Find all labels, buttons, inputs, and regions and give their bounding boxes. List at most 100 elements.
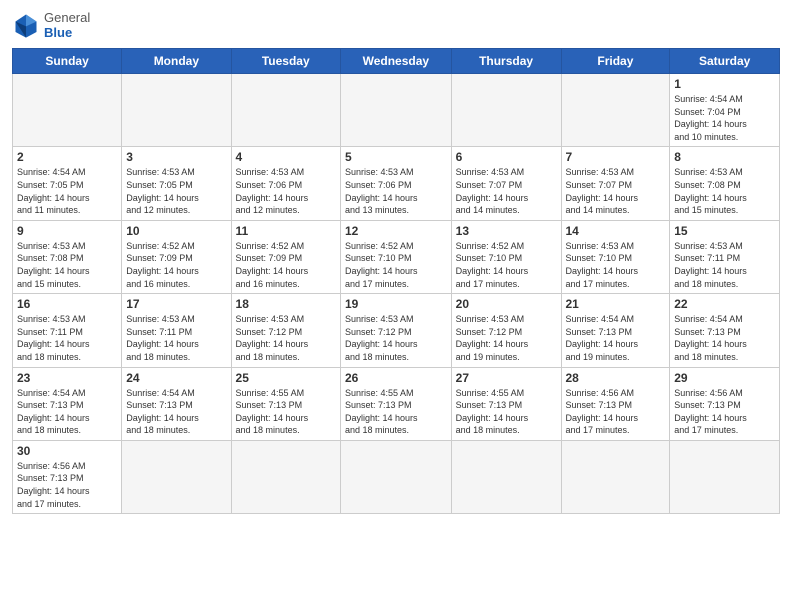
day-number: 10: [126, 224, 226, 238]
calendar-table: SundayMondayTuesdayWednesdayThursdayFrid…: [12, 48, 780, 514]
day-number: 27: [456, 371, 557, 385]
calendar-cell: 1 Sunrise: 4:54 AM Sunset: 7:04 PM Daylig…: [670, 74, 780, 147]
day-info: Sunrise: 4:56 AM Sunset: 7:13 PM Dayligh…: [17, 460, 117, 510]
weekday-header-row: SundayMondayTuesdayWednesdayThursdayFrid…: [13, 49, 780, 74]
weekday-header-wednesday: Wednesday: [341, 49, 452, 74]
day-info: Sunrise: 4:54 AM Sunset: 7:13 PM Dayligh…: [674, 313, 775, 363]
day-info: Sunrise: 4:52 AM Sunset: 7:10 PM Dayligh…: [345, 240, 447, 290]
day-info: Sunrise: 4:52 AM Sunset: 7:10 PM Dayligh…: [456, 240, 557, 290]
week-row-4: 16Sunrise: 4:53 AM Sunset: 7:11 PM Dayli…: [13, 294, 780, 367]
calendar-cell: 13 Sunrise: 4:52 AM Sunset: 7:10 PM Dayli…: [451, 220, 561, 293]
calendar-cell: 17 Sunrise: 4:53 AM Sunset: 7:11 PM Dayli…: [122, 294, 231, 367]
generalblue-icon: [12, 11, 40, 39]
day-info: Sunrise: 4:53 AM Sunset: 7:07 PM Dayligh…: [456, 166, 557, 216]
calendar-cell: [13, 74, 122, 147]
day-info: Sunrise: 4:53 AM Sunset: 7:08 PM Dayligh…: [17, 240, 117, 290]
day-info: Sunrise: 4:53 AM Sunset: 7:10 PM Dayligh…: [566, 240, 666, 290]
weekday-header-friday: Friday: [561, 49, 670, 74]
day-info: Sunrise: 4:53 AM Sunset: 7:12 PM Dayligh…: [456, 313, 557, 363]
calendar-cell: 23Sunrise: 4:54 AM Sunset: 7:13 PM Dayli…: [13, 367, 122, 440]
day-number: 23: [17, 371, 117, 385]
calendar-cell: 12 Sunrise: 4:52 AM Sunset: 7:10 PM Dayli…: [341, 220, 452, 293]
calendar-cell: 3 Sunrise: 4:53 AM Sunset: 7:05 PM Daylig…: [122, 147, 231, 220]
calendar-cell: 19Sunrise: 4:53 AM Sunset: 7:12 PM Dayli…: [341, 294, 452, 367]
day-info: Sunrise: 4:53 AM Sunset: 7:11 PM Dayligh…: [17, 313, 117, 363]
calendar-cell: 6 Sunrise: 4:53 AM Sunset: 7:07 PM Daylig…: [451, 147, 561, 220]
day-info: Sunrise: 4:53 AM Sunset: 7:12 PM Dayligh…: [345, 313, 447, 363]
day-info: Sunrise: 4:56 AM Sunset: 7:13 PM Dayligh…: [566, 387, 666, 437]
day-number: 2: [17, 150, 117, 164]
weekday-header-monday: Monday: [122, 49, 231, 74]
day-info: Sunrise: 4:53 AM Sunset: 7:06 PM Dayligh…: [236, 166, 336, 216]
week-row-3: 9 Sunrise: 4:53 AM Sunset: 7:08 PM Daylig…: [13, 220, 780, 293]
day-info: Sunrise: 4:54 AM Sunset: 7:13 PM Dayligh…: [126, 387, 226, 437]
day-number: 17: [126, 297, 226, 311]
calendar-cell: [341, 74, 452, 147]
day-number: 12: [345, 224, 447, 238]
calendar-cell: 2 Sunrise: 4:54 AM Sunset: 7:05 PM Daylig…: [13, 147, 122, 220]
day-number: 14: [566, 224, 666, 238]
header: General Blue: [12, 10, 780, 40]
calendar-cell: [670, 440, 780, 513]
calendar-cell: 27 Sunrise: 4:55 AM Sunset: 7:13 PM Dayli…: [451, 367, 561, 440]
day-number: 29: [674, 371, 775, 385]
weekday-header-tuesday: Tuesday: [231, 49, 340, 74]
calendar-cell: 24Sunrise: 4:54 AM Sunset: 7:13 PM Dayli…: [122, 367, 231, 440]
day-number: 13: [456, 224, 557, 238]
day-info: Sunrise: 4:54 AM Sunset: 7:04 PM Dayligh…: [674, 93, 775, 143]
calendar-cell: 29Sunrise: 4:56 AM Sunset: 7:13 PM Dayli…: [670, 367, 780, 440]
day-number: 6: [456, 150, 557, 164]
day-info: Sunrise: 4:53 AM Sunset: 7:05 PM Dayligh…: [126, 166, 226, 216]
calendar-cell: 16Sunrise: 4:53 AM Sunset: 7:11 PM Dayli…: [13, 294, 122, 367]
weekday-header-thursday: Thursday: [451, 49, 561, 74]
day-info: Sunrise: 4:53 AM Sunset: 7:06 PM Dayligh…: [345, 166, 447, 216]
day-info: Sunrise: 4:54 AM Sunset: 7:05 PM Dayligh…: [17, 166, 117, 216]
logo-text: General Blue: [44, 10, 90, 40]
day-number: 15: [674, 224, 775, 238]
day-number: 11: [236, 224, 336, 238]
day-number: 7: [566, 150, 666, 164]
calendar-cell: [231, 440, 340, 513]
day-info: Sunrise: 4:55 AM Sunset: 7:13 PM Dayligh…: [456, 387, 557, 437]
day-number: 4: [236, 150, 336, 164]
day-info: Sunrise: 4:53 AM Sunset: 7:12 PM Dayligh…: [236, 313, 336, 363]
day-number: 3: [126, 150, 226, 164]
day-info: Sunrise: 4:52 AM Sunset: 7:09 PM Dayligh…: [126, 240, 226, 290]
calendar-cell: [341, 440, 452, 513]
calendar-cell: 20 Sunrise: 4:53 AM Sunset: 7:12 PM Dayli…: [451, 294, 561, 367]
calendar-cell: 9 Sunrise: 4:53 AM Sunset: 7:08 PM Daylig…: [13, 220, 122, 293]
week-row-5: 23 Sunrise: 4:54 AM Sunset: 7:13 PM Dayli…: [13, 367, 780, 440]
day-number: 9: [17, 224, 117, 238]
day-number: 20: [456, 297, 557, 311]
calendar-cell: 30 Sunrise: 4:56 AM Sunset: 7:13 PM Dayli…: [13, 440, 122, 513]
calendar-cell: [122, 440, 231, 513]
calendar-cell: [231, 74, 340, 147]
day-number: 25: [236, 371, 336, 385]
day-info: Sunrise: 4:54 AM Sunset: 7:13 PM Dayligh…: [566, 313, 666, 363]
calendar-page: General Blue SundayMondayTuesdayWednesda…: [0, 0, 792, 612]
day-number: 1: [674, 77, 775, 91]
day-number: 26: [345, 371, 447, 385]
day-number: 30: [17, 444, 117, 458]
calendar-cell: 26 Sunrise: 4:55 AM Sunset: 7:13 PM Dayli…: [341, 367, 452, 440]
calendar-cell: 22Sunrise: 4:54 AM Sunset: 7:13 PM Dayli…: [670, 294, 780, 367]
day-number: 21: [566, 297, 666, 311]
calendar-cell: 8 Sunrise: 4:53 AM Sunset: 7:08 PM Daylig…: [670, 147, 780, 220]
day-number: 8: [674, 150, 775, 164]
calendar-cell: 15 Sunrise: 4:53 AM Sunset: 7:11 PM Dayli…: [670, 220, 780, 293]
week-row-2: 2 Sunrise: 4:54 AM Sunset: 7:05 PM Daylig…: [13, 147, 780, 220]
calendar-cell: [122, 74, 231, 147]
calendar-cell: 14 Sunrise: 4:53 AM Sunset: 7:10 PM Dayli…: [561, 220, 670, 293]
day-info: Sunrise: 4:55 AM Sunset: 7:13 PM Dayligh…: [345, 387, 447, 437]
calendar-cell: 4 Sunrise: 4:53 AM Sunset: 7:06 PM Daylig…: [231, 147, 340, 220]
day-info: Sunrise: 4:53 AM Sunset: 7:08 PM Dayligh…: [674, 166, 775, 216]
weekday-header-saturday: Saturday: [670, 49, 780, 74]
day-info: Sunrise: 4:53 AM Sunset: 7:11 PM Dayligh…: [126, 313, 226, 363]
day-info: Sunrise: 4:53 AM Sunset: 7:07 PM Dayligh…: [566, 166, 666, 216]
day-info: Sunrise: 4:53 AM Sunset: 7:11 PM Dayligh…: [674, 240, 775, 290]
calendar-cell: [561, 440, 670, 513]
week-row-6: 30 Sunrise: 4:56 AM Sunset: 7:13 PM Dayli…: [13, 440, 780, 513]
day-number: 18: [236, 297, 336, 311]
weekday-header-sunday: Sunday: [13, 49, 122, 74]
calendar-cell: 11Sunrise: 4:52 AM Sunset: 7:09 PM Dayli…: [231, 220, 340, 293]
